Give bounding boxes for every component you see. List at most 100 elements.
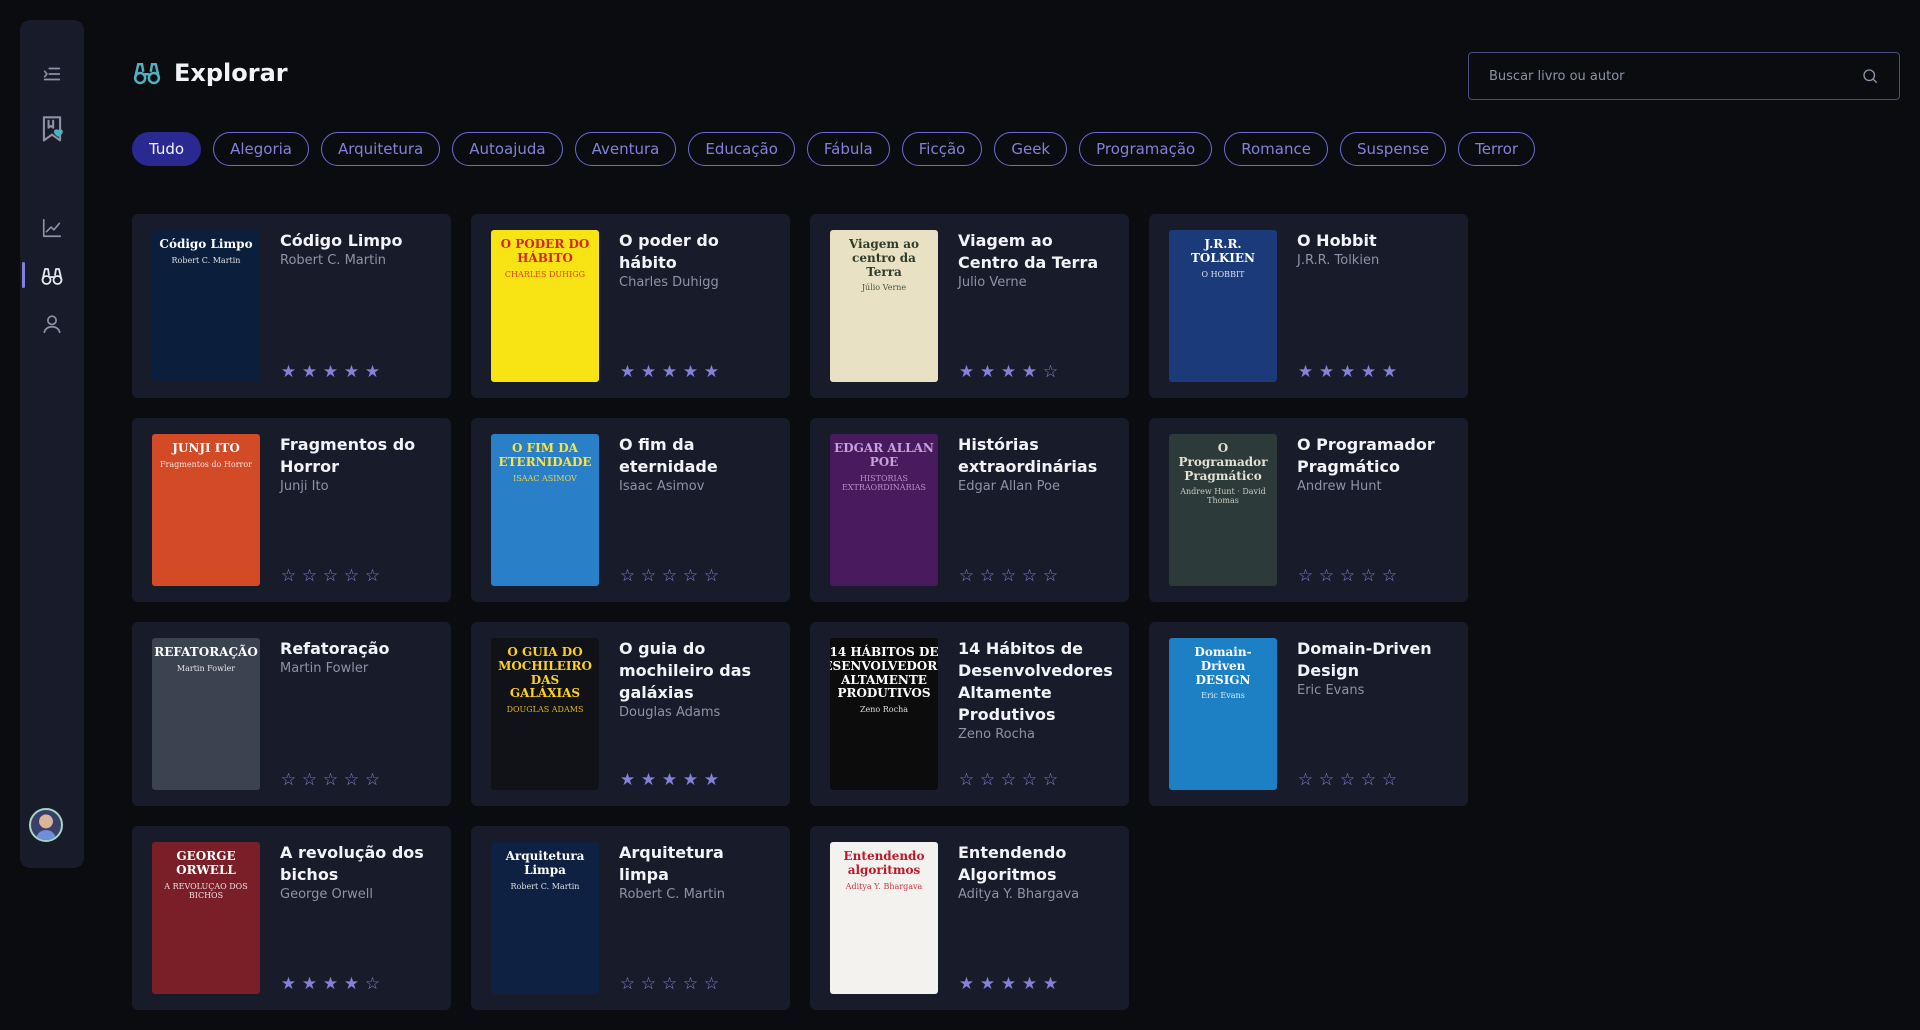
book-info: Histórias extraordinárias Edgar Allan Poe… bbox=[958, 434, 1109, 586]
rating-stars: ★ ★ ★ ★ ★ bbox=[619, 770, 770, 790]
book-cover: JUNJI ITO Fragmentos do Horror bbox=[152, 434, 260, 586]
saved-books-button[interactable] bbox=[20, 110, 84, 150]
star-empty-icon: ☆ bbox=[1042, 770, 1060, 790]
book-card[interactable]: O GUIA DO MOCHILEIRO DAS GALÁXIAS DOUGLAS… bbox=[471, 622, 790, 806]
star-empty-icon: ☆ bbox=[682, 566, 700, 586]
book-card[interactable]: Viagem ao centro da Terra Júlio Verne Viag… bbox=[810, 214, 1129, 398]
star-empty-icon: ☆ bbox=[1297, 770, 1315, 790]
book-title: O guia do mochileiro das galáxias bbox=[619, 639, 752, 702]
category-chip[interactable]: Fábula bbox=[806, 132, 890, 166]
category-chip[interactable]: Ficção bbox=[901, 132, 983, 166]
category-chip[interactable]: Geek bbox=[994, 132, 1068, 166]
book-cover: O PODER DO HÁBITO CHARLES DUHIGG bbox=[491, 230, 599, 382]
book-cover: J.R.R. TOLKIEN O HOBBIT bbox=[1169, 230, 1277, 382]
book-title: O Hobbit bbox=[1297, 231, 1377, 250]
book-author: Junji Ito bbox=[280, 479, 329, 494]
category-chip[interactable]: Tudo bbox=[132, 132, 202, 166]
book-card[interactable]: Código Limpo Robert C. Martin Código Limpo… bbox=[132, 214, 451, 398]
book-card[interactable]: J.R.R. TOLKIEN O HOBBIT O Hobbit J.R.R. Tol… bbox=[1149, 214, 1468, 398]
star-filled-icon: ★ bbox=[619, 362, 637, 382]
star-empty-icon: ☆ bbox=[1339, 566, 1357, 586]
book-author: Robert C. Martin bbox=[280, 253, 387, 268]
book-card[interactable]: O Programador Pragmático Andrew Hunt · Da… bbox=[1149, 418, 1468, 602]
book-info: Arquitetura limpa Robert C. Martin ☆ ☆ ☆ ☆ ☆ bbox=[619, 842, 770, 994]
book-card[interactable]: REFATORAÇÃO Martin Fowler Refatoração Marti… bbox=[132, 622, 451, 806]
star-filled-icon: ★ bbox=[1000, 974, 1018, 994]
category-chip[interactable]: Autoajuda bbox=[452, 132, 563, 166]
book-card[interactable]: 14 HÁBITOS DE DESENVOLVEDORES ALTAMENTE … bbox=[810, 622, 1129, 806]
book-title: Refatoração bbox=[280, 639, 390, 658]
search-icon[interactable] bbox=[1861, 67, 1879, 85]
star-filled-icon: ★ bbox=[979, 974, 997, 994]
book-info: O poder do hábito Charles Duhigg ★ ★ ★ ★ ★ bbox=[619, 230, 770, 382]
book-card[interactable]: JUNJI ITO Fragmentos do Horror Fragmentos … bbox=[132, 418, 451, 602]
book-author: Andrew Hunt bbox=[1297, 479, 1382, 494]
star-filled-icon: ★ bbox=[280, 362, 298, 382]
book-cover: O FIM DA ETERNIDADE ISAAC ASIMOV bbox=[491, 434, 599, 586]
book-cover: REFATORAÇÃO Martin Fowler bbox=[152, 638, 260, 790]
book-card[interactable]: O FIM DA ETERNIDADE ISAAC ASIMOV O fim da … bbox=[471, 418, 790, 602]
book-card[interactable]: GEORGE ORWELL A REVOLUÇÃO DOS BICHOS A rev… bbox=[132, 826, 451, 1010]
star-empty-icon: ☆ bbox=[1381, 566, 1399, 586]
book-cover: GEORGE ORWELL A REVOLUÇÃO DOS BICHOS bbox=[152, 842, 260, 994]
search-input[interactable] bbox=[1489, 68, 1861, 84]
star-filled-icon: ★ bbox=[1297, 362, 1315, 382]
cover-author: O HOBBIT bbox=[1201, 269, 1245, 279]
rating-stars: ☆ ☆ ☆ ☆ ☆ bbox=[1297, 770, 1448, 790]
book-title: O poder do hábito bbox=[619, 231, 719, 272]
cover-author: HISTÓRIAS EXTRAORDINÁRIAS bbox=[841, 473, 927, 492]
star-filled-icon: ★ bbox=[619, 770, 637, 790]
avatar[interactable] bbox=[29, 808, 63, 842]
book-cover: Viagem ao centro da Terra Júlio Verne bbox=[830, 230, 938, 382]
book-title: 14 Hábitos de Desenvolvedores Altamente … bbox=[958, 639, 1113, 724]
star-empty-icon: ☆ bbox=[682, 974, 700, 994]
cover-author: Andrew Hunt · David Thomas bbox=[1180, 487, 1266, 506]
cover-title: GEORGE ORWELL bbox=[176, 849, 236, 877]
star-empty-icon: ☆ bbox=[1021, 770, 1039, 790]
cover-title: O PODER DO HÁBITO bbox=[500, 237, 590, 265]
rating-stars: ☆ ☆ ☆ ☆ ☆ bbox=[619, 974, 770, 994]
star-empty-icon: ☆ bbox=[364, 566, 382, 586]
book-card[interactable]: Domain-Driven DESIGN Eric Evans Domain-Dri… bbox=[1149, 622, 1468, 806]
cover-title: EDGAR ALLAN POE bbox=[834, 441, 934, 469]
explore-button[interactable] bbox=[20, 256, 84, 296]
collapse-menu-button[interactable] bbox=[20, 54, 84, 94]
book-cover: Arquitetura Limpa Robert C. Martin bbox=[491, 842, 599, 994]
star-empty-icon: ☆ bbox=[1000, 566, 1018, 586]
star-empty-icon: ☆ bbox=[661, 974, 679, 994]
category-chip[interactable]: Alegoria bbox=[213, 132, 309, 166]
book-author: Aditya Y. Bhargava bbox=[958, 887, 1080, 902]
star-filled-icon: ★ bbox=[958, 362, 976, 382]
cover-title: JUNJI ITO bbox=[172, 441, 240, 455]
book-card[interactable]: Entendendo algoritmos Aditya Y. Bhargava E… bbox=[810, 826, 1129, 1010]
star-filled-icon: ★ bbox=[703, 770, 721, 790]
cover-author: CHARLES DUHIGG bbox=[504, 269, 586, 279]
rating-stars: ☆ ☆ ☆ ☆ ☆ bbox=[958, 566, 1109, 586]
category-chip[interactable]: Aventura bbox=[574, 132, 677, 166]
book-card[interactable]: O PODER DO HÁBITO CHARLES DUHIGG O poder d… bbox=[471, 214, 790, 398]
profile-button[interactable] bbox=[20, 304, 84, 344]
category-chip[interactable]: Educação bbox=[688, 132, 795, 166]
book-info: O fim da eternidade Isaac Asimov ☆ ☆ ☆ ☆ ☆ bbox=[619, 434, 770, 586]
star-empty-icon: ☆ bbox=[301, 770, 319, 790]
book-card[interactable]: Arquitetura Limpa Robert C. Martin Arquite… bbox=[471, 826, 790, 1010]
category-chip[interactable]: Romance bbox=[1224, 132, 1328, 166]
book-card[interactable]: EDGAR ALLAN POE HISTÓRIAS EXTRAORDINÁRIAS… bbox=[810, 418, 1129, 602]
star-empty-icon: ☆ bbox=[301, 566, 319, 586]
cover-author: Aditya Y. Bhargava bbox=[845, 881, 923, 891]
category-chip[interactable]: Terror bbox=[1458, 132, 1536, 166]
book-title: Arquitetura limpa bbox=[619, 843, 724, 884]
star-filled-icon: ★ bbox=[301, 362, 319, 382]
star-empty-icon: ☆ bbox=[1360, 566, 1378, 586]
book-info: Domain-Driven Design Eric Evans ☆ ☆ ☆ ☆ ☆ bbox=[1297, 638, 1448, 790]
cover-title: Código Limpo bbox=[159, 237, 253, 251]
category-chip[interactable]: Suspense bbox=[1339, 132, 1447, 166]
star-filled-icon: ★ bbox=[280, 974, 298, 994]
book-info: O guia do mochileiro das galáxias Douglas… bbox=[619, 638, 770, 790]
book-info: O Hobbit J.R.R. Tolkien ★ ★ ★ ★ ★ bbox=[1297, 230, 1448, 382]
dashboard-button[interactable] bbox=[20, 208, 84, 248]
category-chip[interactable]: Arquitetura bbox=[320, 132, 441, 166]
star-empty-icon: ☆ bbox=[640, 974, 658, 994]
category-chip[interactable]: Programação bbox=[1079, 132, 1213, 166]
book-info: Viagem ao Centro da Terra Julio Verne ★ ★ ★ ★… bbox=[958, 230, 1109, 382]
